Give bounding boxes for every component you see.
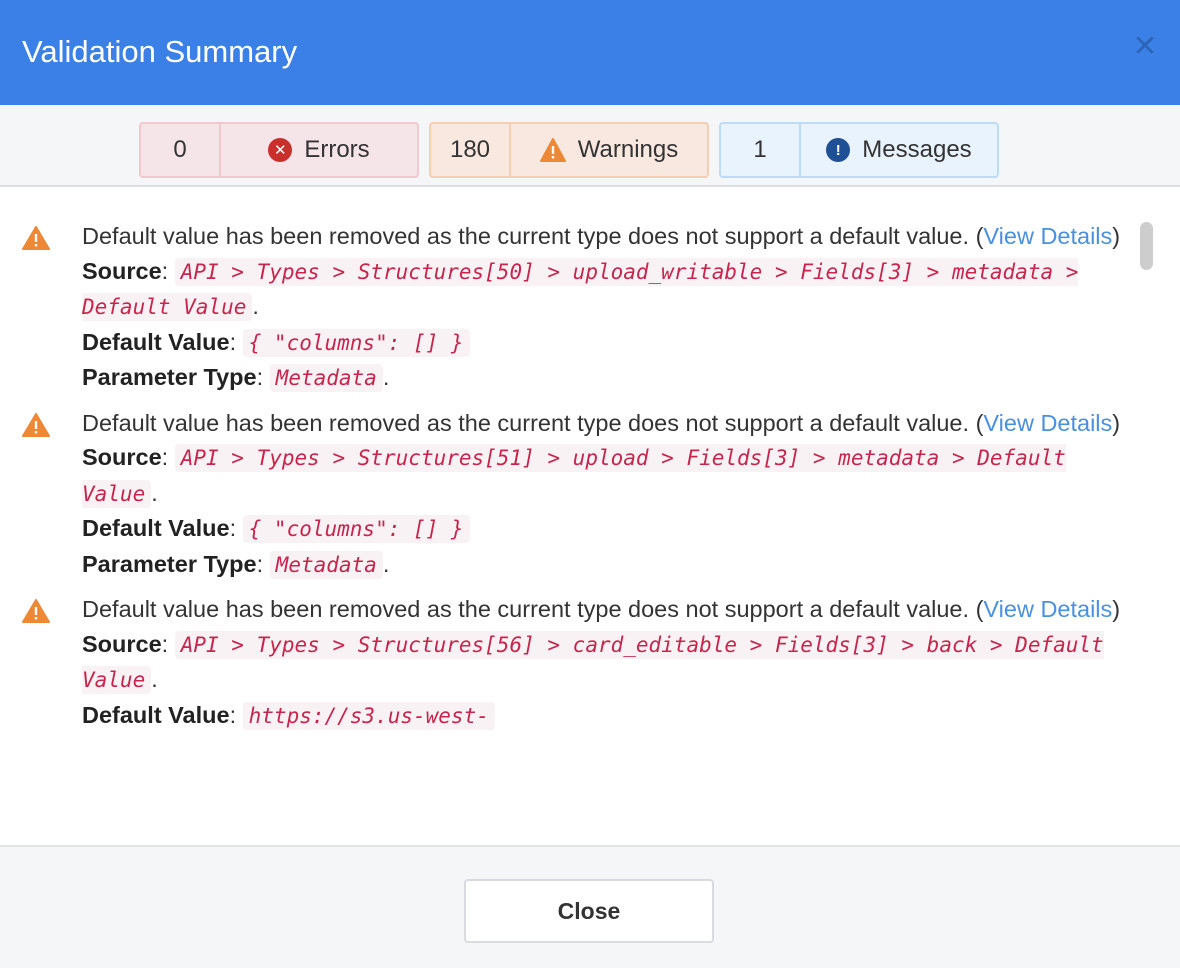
scrollbar[interactable] [1140,222,1153,270]
errors-filter[interactable]: 0 ✕ Errors [139,122,419,178]
parameter-type: Metadata [269,550,383,579]
source-path: API > Types > Structures[51] > upload > … [82,444,1066,508]
filter-bar: 0 ✕ Errors 180 Warnings 1 ! Messages [0,105,1180,187]
message-text: Default value has been removed as the cu… [82,596,970,622]
messages-count: 1 [721,124,801,176]
errors-label: Errors [304,136,370,163]
dialog-header: Validation Summary ✕ [0,0,1180,105]
messages-filter[interactable]: 1 ! Messages [719,122,999,178]
list-item: Default value has been removed as the cu… [0,592,1140,743]
source-label: Source [82,444,162,470]
messages-label: Messages [862,136,972,163]
view-details-link[interactable]: View Details [983,596,1112,622]
warnings-label: Warnings [577,136,679,163]
source-label: Source [82,257,162,284]
warnings-count: 180 [431,124,511,176]
parameter-type-label: Parameter Type [82,550,257,577]
source-path: API > Types > Structures[50] > upload_wr… [82,257,1079,321]
default-value: https://s3.us-west- [242,701,495,730]
warning-triangle-icon [539,138,566,162]
warning-triangle-icon [22,226,50,250]
view-details-link[interactable]: View Details [983,223,1112,249]
info-circle-icon: ! [826,138,851,162]
parameter-type: Metadata [269,364,383,392]
source-path: API > Types > Structures[56] > card_edit… [82,630,1104,694]
warning-triangle-icon [22,599,50,623]
list-item: Default value has been removed as the cu… [0,406,1140,593]
default-value-label: Default Value [82,515,230,541]
dialog-footer: Close [0,845,1180,968]
message-text: Default value has been removed as the cu… [82,409,970,436]
default-value-label: Default Value [82,701,230,728]
default-value: { "columns": [] } [242,328,470,357]
parameter-type-label: Parameter Type [82,364,257,390]
messages-list[interactable]: Default value has been removed as the cu… [0,187,1180,814]
error-circle-icon: ✕ [268,138,293,162]
view-details-link[interactable]: View Details [983,410,1112,436]
default-value: { "columns": [] } [242,515,470,543]
close-icon[interactable]: ✕ [1132,32,1158,62]
message-text: Default value has been removed as the cu… [82,223,970,249]
warning-triangle-icon [22,412,50,437]
errors-count: 0 [141,124,221,176]
source-label: Source [82,630,162,657]
close-button[interactable]: Close [464,879,714,943]
warnings-filter[interactable]: 180 Warnings [429,122,709,178]
dialog-title: Validation Summary [22,34,298,69]
default-value-label: Default Value [82,328,230,355]
list-item: Default value has been removed as the cu… [0,219,1140,406]
